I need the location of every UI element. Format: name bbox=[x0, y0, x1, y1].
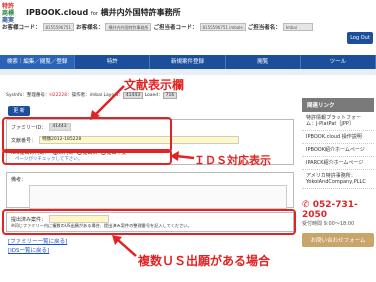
contact-form-button[interactable]: お問い合わせフォーム bbox=[302, 233, 374, 247]
firm-name: 横井内外国特許事務所 bbox=[100, 8, 181, 17]
sysinfo-loaded-label: Loaed： bbox=[144, 93, 163, 98]
sidebar-contact: ✆ 052-731-2050 受付時間 9:00～18:00 お問い合わせフォー… bbox=[302, 200, 374, 247]
annotation-multi-us-label: 複数ＵＳ出願がある場合 bbox=[138, 254, 271, 268]
annotation-arrow-bunken bbox=[90, 85, 125, 120]
logout-button[interactable]: Log Out bbox=[347, 32, 373, 44]
nav-item-tools[interactable]: ツール bbox=[301, 55, 376, 69]
customer-info-row: お客様コード： 8155596751 お客様名： 横井内外国特許事務所 ご担当者… bbox=[2, 22, 346, 32]
logo-line-1: 特許 bbox=[2, 3, 15, 10]
manager-name-label: ご担当者名： bbox=[247, 25, 281, 31]
phone-icon: ✆ bbox=[302, 200, 310, 210]
app-title-name: IPBOOK.cloud bbox=[26, 8, 89, 17]
app-header: 特許 商標 商実 IPBOOK.cloud for 横井内外国特許事務所 Log… bbox=[0, 0, 376, 46]
manager-name-value: Imbai bbox=[282, 23, 313, 31]
app-title: IPBOOK.cloud for 横井内外国特許事務所 bbox=[26, 7, 181, 18]
back-to-family-link[interactable]: [ファミリー一覧に戻る] bbox=[8, 237, 67, 245]
annotation-box-bunken bbox=[2, 117, 172, 153]
annotation-bunken-label: 文献表示欄 bbox=[124, 78, 185, 92]
update-button[interactable]: 更 新 bbox=[8, 106, 30, 116]
customer-name-value: 横井内外国特許事務所 bbox=[105, 23, 152, 31]
phone-number-text: 052-731-2050 bbox=[302, 200, 358, 220]
customer-name-label: お客様名： bbox=[75, 25, 104, 31]
sidebar-link-iparck[interactable]: IPARCK紹介ホームページ bbox=[302, 157, 374, 170]
app-title-for: for bbox=[90, 11, 98, 17]
back-to-ids-link[interactable]: [IDS一覧に戻る] bbox=[8, 246, 49, 254]
sidebar-link-jplatpat[interactable]: 特許情報プラットフォーム：J-PlatPat［JPP］ bbox=[302, 112, 374, 131]
sysinfo-label: SysInfo：整理番号： bbox=[6, 93, 50, 98]
sidebar-link-manual[interactable]: IPBOOK.cloud 操作説明 bbox=[302, 131, 374, 144]
manager-code-value: 8155596751 imbale bbox=[199, 23, 246, 31]
sidebar: 関連リンク 特許情報プラットフォーム：J-PlatPat［JPP］ IPBOOK… bbox=[302, 98, 374, 189]
note-label: 備考： bbox=[11, 177, 27, 183]
office-hours: 受付時間 9:00～18:00 bbox=[302, 221, 355, 227]
logo-line-2: 商標 bbox=[2, 10, 15, 17]
annotation-box-multi-us bbox=[2, 209, 296, 235]
main-nav: 検索｜編集／閲覧／登録 特許 新規案件登録 閲覧 ツール bbox=[0, 55, 376, 69]
annotation-arrow-ids bbox=[170, 151, 195, 161]
sysinfo-id: H22228 bbox=[49, 93, 68, 98]
annotation-box-ids bbox=[2, 149, 172, 165]
sidebar-link-us-office[interactable]: アメリカ特許事務所：YokoiAndCompany,PLLC bbox=[302, 170, 374, 189]
sidebar-link-ipbook[interactable]: IPBOOK紹介ホームページ bbox=[302, 144, 374, 157]
phone-number: ✆ 052-731-2050 bbox=[302, 200, 374, 220]
annotation-arrow-multi-us bbox=[112, 235, 137, 257]
nav-item-new-case[interactable]: 新規案件登録 bbox=[150, 55, 226, 69]
sysinfo-loaded-value: 716 bbox=[162, 92, 178, 99]
customer-code-value: 8155596751 bbox=[42, 23, 74, 31]
nav-item-view[interactable]: 閲覧 bbox=[226, 55, 301, 69]
nav-item-search[interactable]: 検索｜編集／閲覧／登録 bbox=[0, 55, 76, 69]
sub-nav-bar bbox=[0, 69, 376, 75]
sidebar-head: 関連リンク bbox=[302, 98, 374, 112]
nav-item-patent[interactable]: 特許 bbox=[75, 55, 151, 69]
note-textarea[interactable] bbox=[29, 185, 287, 209]
annotation-ids-label: ＩＤＳ対応表示 bbox=[194, 154, 271, 167]
customer-code-label: お客様コード： bbox=[2, 25, 41, 31]
note-panel: 備考： bbox=[6, 172, 294, 209]
manager-code-label: ご担当者コード： bbox=[153, 25, 198, 31]
